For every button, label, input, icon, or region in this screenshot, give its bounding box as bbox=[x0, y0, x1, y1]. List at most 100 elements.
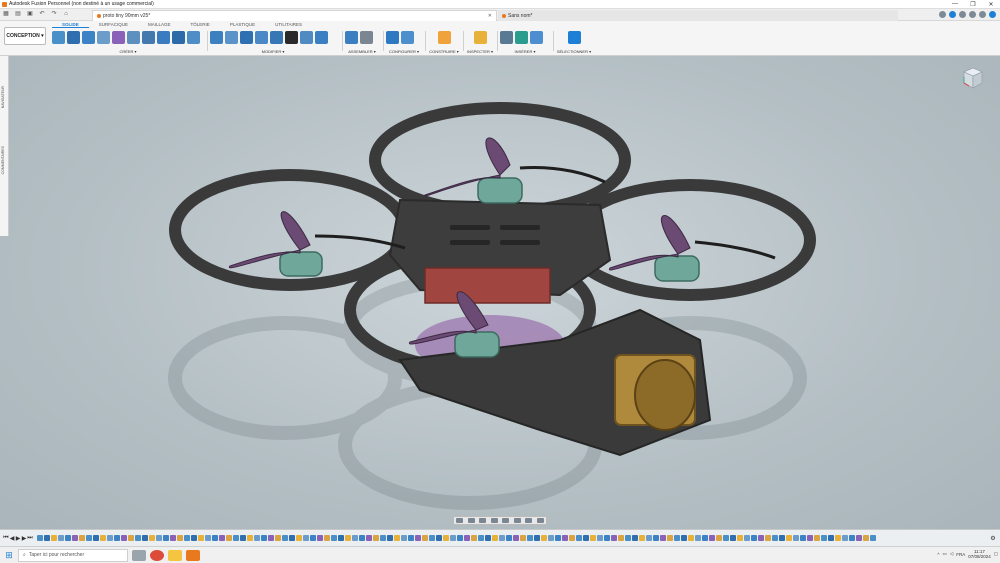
select-icon[interactable] bbox=[567, 31, 581, 44]
timeline-feature-icon[interactable] bbox=[205, 535, 211, 541]
timeline-feature-icon[interactable] bbox=[520, 535, 526, 541]
timeline-feature-icon[interactable] bbox=[702, 535, 708, 541]
timeline-feature-icon[interactable] bbox=[219, 535, 225, 541]
joint-icon[interactable] bbox=[360, 31, 373, 44]
timeline-feature-icon[interactable] bbox=[513, 535, 519, 541]
group-label[interactable]: SÉLECTIONNER ▾ bbox=[556, 49, 592, 54]
timeline-feature-icon[interactable] bbox=[576, 535, 582, 541]
navigateur-label[interactable]: NAVIGATEUR bbox=[1, 86, 5, 108]
timeline-feature-icon[interactable] bbox=[212, 535, 218, 541]
view-cube[interactable] bbox=[962, 66, 984, 90]
timeline-feature-icon[interactable] bbox=[436, 535, 442, 541]
timeline-feature-icon[interactable] bbox=[177, 535, 183, 541]
timeline-feature-icon[interactable] bbox=[863, 535, 869, 541]
workspace-switcher-button[interactable]: CONCEPTION ▾ bbox=[4, 27, 46, 45]
timeline-feature-icon[interactable] bbox=[226, 535, 232, 541]
group-label[interactable]: CONFIGURER ▾ bbox=[386, 49, 422, 54]
tab-tolerie[interactable]: TÔLERIE bbox=[181, 22, 220, 28]
job-status-icon[interactable] bbox=[959, 11, 966, 18]
notifications-icon[interactable] bbox=[969, 11, 976, 18]
measure-icon[interactable] bbox=[473, 31, 487, 44]
pattern-icon[interactable] bbox=[142, 31, 155, 44]
timeline-feature-icon[interactable] bbox=[744, 535, 750, 541]
timeline-feature-icon[interactable] bbox=[58, 535, 64, 541]
timeline-feature-icon[interactable] bbox=[478, 535, 484, 541]
timeline-feature-icon[interactable] bbox=[583, 535, 589, 541]
pan-icon[interactable] bbox=[479, 518, 487, 523]
timeline-feature-icon[interactable] bbox=[695, 535, 701, 541]
display-settings-icon[interactable] bbox=[513, 518, 521, 523]
timeline-feature-icon[interactable] bbox=[72, 535, 78, 541]
extrude-icon[interactable] bbox=[67, 31, 80, 44]
chevron-up-icon[interactable]: ^ bbox=[937, 552, 939, 557]
timeline-feature-icon[interactable] bbox=[345, 535, 351, 541]
move-icon[interactable] bbox=[285, 31, 298, 44]
timeline-feature-icon[interactable] bbox=[751, 535, 757, 541]
tab-surfacique[interactable]: SURFACIQUE bbox=[89, 22, 138, 28]
timeline-feature-icon[interactable] bbox=[849, 535, 855, 541]
timeline-feature-icon[interactable] bbox=[394, 535, 400, 541]
timeline-feature-icon[interactable] bbox=[93, 535, 99, 541]
timeline-feature-icon[interactable] bbox=[247, 535, 253, 541]
notification-icon[interactable]: ▢ bbox=[994, 551, 998, 557]
timeline-feature-icon[interactable] bbox=[156, 535, 162, 541]
timeline-feature-icon[interactable] bbox=[611, 535, 617, 541]
grid-settings-icon[interactable] bbox=[525, 518, 533, 523]
timeline-feature-icon[interactable] bbox=[261, 535, 267, 541]
timeline-feature-icon[interactable] bbox=[422, 535, 428, 541]
timeline-feature-icon[interactable] bbox=[772, 535, 778, 541]
box-icon[interactable] bbox=[172, 31, 185, 44]
timeline-feature-icon[interactable] bbox=[856, 535, 862, 541]
file-explorer-icon[interactable] bbox=[168, 549, 182, 561]
timeline-feature-icon[interactable] bbox=[653, 535, 659, 541]
tab-other-document[interactable]: Sans nom* bbox=[498, 10, 898, 21]
timeline-feature-icon[interactable] bbox=[765, 535, 771, 541]
timeline-feature-icon[interactable] bbox=[380, 535, 386, 541]
timeline-feature-icon[interactable] bbox=[240, 535, 246, 541]
timeline-feature-icon[interactable] bbox=[366, 535, 372, 541]
timeline-feature-icon[interactable] bbox=[814, 535, 820, 541]
timeline-feature-icon[interactable] bbox=[114, 535, 120, 541]
sketch-icon[interactable] bbox=[52, 31, 65, 44]
shell-icon[interactable] bbox=[255, 31, 268, 44]
insert-canvas-icon[interactable] bbox=[530, 31, 543, 44]
zoom-icon[interactable] bbox=[490, 518, 498, 523]
taskbar-search[interactable]: ⌕ Taper ici pour rechercher bbox=[18, 548, 128, 562]
timeline-feature-icon[interactable] bbox=[667, 535, 673, 541]
tab-utilitaires[interactable]: UTILITAIRES bbox=[265, 22, 312, 28]
timeline-feature-icon[interactable] bbox=[121, 535, 127, 541]
close-button[interactable]: ✕ bbox=[982, 1, 1000, 8]
timeline-feature-icon[interactable] bbox=[485, 535, 491, 541]
timeline-feature-icon[interactable] bbox=[51, 535, 57, 541]
timeline-feature-icon[interactable] bbox=[639, 535, 645, 541]
timeline-feature-icon[interactable] bbox=[191, 535, 197, 541]
timeline-feature-icon[interactable] bbox=[373, 535, 379, 541]
timeline-feature-icon[interactable] bbox=[842, 535, 848, 541]
network-icon[interactable]: ▭ bbox=[942, 551, 946, 557]
add-tab-icon[interactable] bbox=[939, 11, 946, 18]
timeline-feature-icon[interactable] bbox=[709, 535, 715, 541]
timeline-feature-icon[interactable] bbox=[149, 535, 155, 541]
timeline-feature-icon[interactable] bbox=[807, 535, 813, 541]
timeline-feature-icon[interactable] bbox=[37, 535, 43, 541]
timeline-feature-icon[interactable] bbox=[786, 535, 792, 541]
viewports-icon[interactable] bbox=[536, 518, 544, 523]
timeline-feature-icon[interactable] bbox=[338, 535, 344, 541]
configure-icon[interactable] bbox=[386, 31, 399, 44]
timeline-feature-icon[interactable] bbox=[352, 535, 358, 541]
timeline-feature-icon[interactable] bbox=[331, 535, 337, 541]
chamfer-icon[interactable] bbox=[240, 31, 253, 44]
home-icon[interactable]: ⌂ bbox=[62, 11, 70, 18]
look-at-icon[interactable] bbox=[467, 518, 475, 523]
revolve-icon[interactable] bbox=[82, 31, 95, 44]
form-icon[interactable] bbox=[112, 31, 125, 44]
timeline-feature-icon[interactable] bbox=[275, 535, 281, 541]
press-pull-icon[interactable] bbox=[210, 31, 223, 44]
timeline-feature-icon[interactable] bbox=[793, 535, 799, 541]
timeline-feature-icon[interactable] bbox=[142, 535, 148, 541]
timeline-feature-icon[interactable] bbox=[730, 535, 736, 541]
orbit-icon[interactable] bbox=[456, 518, 464, 523]
timeline-feature-icon[interactable] bbox=[450, 535, 456, 541]
task-view-icon[interactable] bbox=[132, 549, 146, 561]
timeline-feature-icon[interactable] bbox=[44, 535, 50, 541]
